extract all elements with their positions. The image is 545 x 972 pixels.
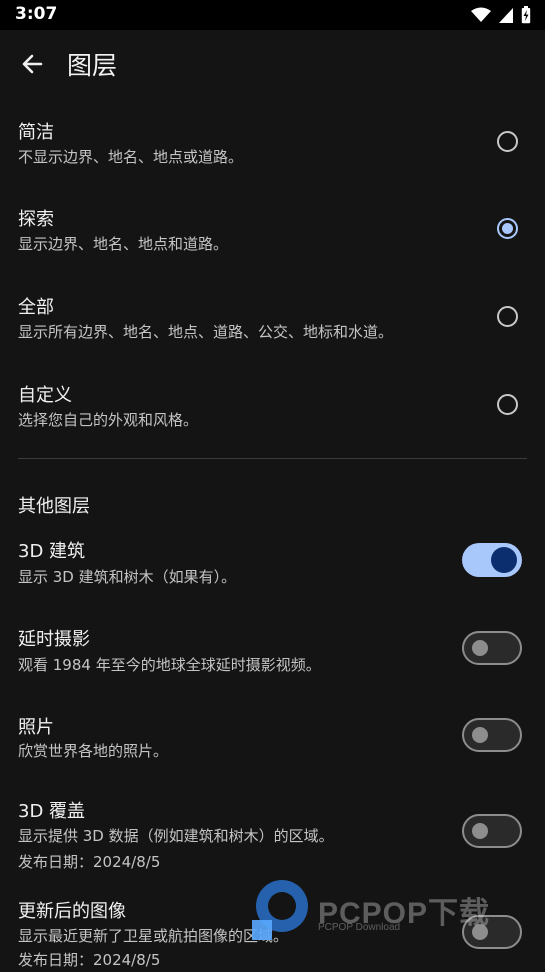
layer-title: 更新后的图像 <box>18 901 126 922</box>
option-title: 自定义 <box>18 385 72 406</box>
layer-toggle-timelapse[interactable]: 延时摄影 观看 1984 年至今的地球全球延时摄影视频。 <box>0 613 545 699</box>
layer-toggle-3d-buildings[interactable]: 3D 建筑 显示 3D 建筑和树木（如果有）。 <box>0 525 545 611</box>
layer-title: 照片 <box>18 717 54 738</box>
option-description: 显示边界、地名、地点和道路。 <box>18 235 229 253</box>
section-header-other-layers: 其他图层 <box>18 496 90 517</box>
cellular-signal-icon <box>499 7 513 23</box>
radio-button[interactable] <box>497 131 518 152</box>
status-bar: 3:07 <box>0 0 545 30</box>
radio-button[interactable] <box>497 306 518 327</box>
switch-thumb <box>472 823 488 839</box>
radio-button-selected[interactable] <box>497 218 518 239</box>
layer-description: 显示提供 3D 数据（例如建筑和树木）的区域。 <box>18 827 334 845</box>
battery-charging-icon <box>521 6 531 24</box>
option-description: 选择您自己的外观和风格。 <box>18 411 199 429</box>
toggle-switch-on[interactable] <box>462 543 522 577</box>
option-description: 显示所有边界、地名、地点、道路、公交、地标和水道。 <box>18 323 394 341</box>
map-type-option-explore[interactable]: 探索 显示边界、地名、地点和道路。 <box>0 186 545 272</box>
layer-description: 欣赏世界各地的照片。 <box>18 742 169 760</box>
back-button[interactable] <box>14 46 50 82</box>
option-title: 探索 <box>18 209 54 230</box>
layer-toggle-3d-coverage[interactable]: 3D 覆盖 显示提供 3D 数据（例如建筑和树木）的区域。 发布日期：2024/… <box>0 785 545 885</box>
toggle-switch-off[interactable] <box>462 631 522 665</box>
layer-release-date: 发布日期：2024/8/5 <box>18 951 161 969</box>
layer-release-date: 发布日期：2024/8/5 <box>18 853 161 871</box>
map-type-option-simple[interactable]: 简洁 不显示边界、地名、地点或道路。 <box>0 98 545 184</box>
option-title: 简洁 <box>18 122 54 143</box>
switch-thumb <box>491 547 517 573</box>
map-type-option-all[interactable]: 全部 显示所有边界、地名、地点、道路、公交、地标和水道。 <box>0 273 545 359</box>
toggle-switch-off[interactable] <box>462 915 522 949</box>
status-time: 3:07 <box>15 4 58 24</box>
option-description: 不显示边界、地名、地点或道路。 <box>18 148 244 166</box>
layer-title: 延时摄影 <box>18 629 90 650</box>
toggle-switch-off[interactable] <box>462 814 522 848</box>
divider <box>18 458 527 459</box>
switch-thumb <box>472 924 488 940</box>
switch-thumb <box>472 727 488 743</box>
layer-description: 显示最近更新了卫星或航拍图像的区域。 <box>18 927 289 945</box>
layer-description: 观看 1984 年至今的地球全球延时摄影视频。 <box>18 656 321 674</box>
status-icons <box>471 6 531 24</box>
switch-thumb <box>472 640 488 656</box>
page-title: 图层 <box>67 51 118 80</box>
layer-toggle-photos[interactable]: 照片 欣赏世界各地的照片。 <box>0 701 545 787</box>
wifi-icon <box>471 7 491 22</box>
layer-title: 3D 建筑 <box>18 541 86 562</box>
arrow-back-icon <box>22 54 43 74</box>
radio-button[interactable] <box>497 394 518 415</box>
map-type-option-custom[interactable]: 自定义 选择您自己的外观和风格。 <box>0 361 545 447</box>
option-title: 全部 <box>18 297 54 318</box>
toggle-switch-off[interactable] <box>462 718 522 752</box>
layer-title: 3D 覆盖 <box>18 801 86 822</box>
app-bar: 图层 <box>0 30 545 98</box>
layer-description: 显示 3D 建筑和树木（如果有）。 <box>18 568 237 586</box>
layer-toggle-updated-imagery[interactable]: 更新后的图像 显示最近更新了卫星或航拍图像的区域。 发布日期：2024/8/5 <box>0 885 545 972</box>
